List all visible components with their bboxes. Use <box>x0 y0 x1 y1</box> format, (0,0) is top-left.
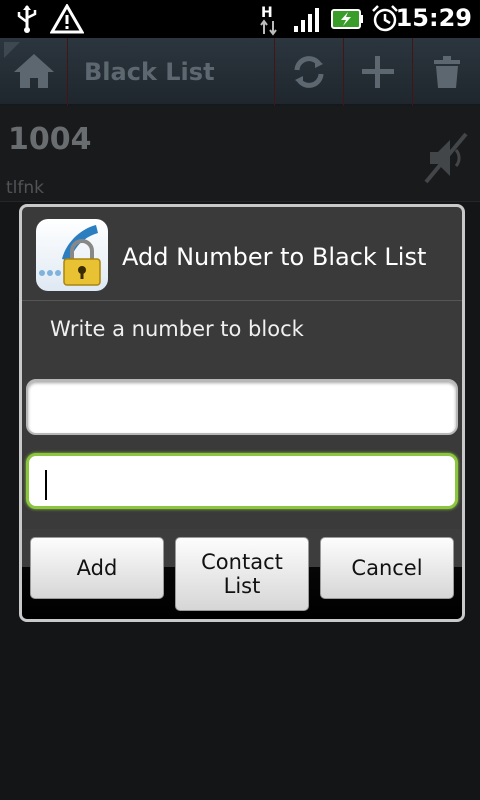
signal-icon <box>294 8 319 32</box>
add-button-dialog[interactable]: Add <box>30 537 164 599</box>
dialog-message: Write a number to block <box>50 317 304 341</box>
number-input[interactable] <box>26 379 458 435</box>
usb-icon <box>17 5 37 33</box>
cancel-button[interactable]: Cancel <box>320 537 454 599</box>
add-number-dialog: Add Number to Black List Write a number … <box>19 204 465 622</box>
contact-list-label-line1: Contact <box>201 550 283 574</box>
clock: 15:29 <box>395 4 472 32</box>
warning-icon <box>50 4 84 34</box>
add-button-label: Add <box>76 556 118 580</box>
contact-list-label: Contact List <box>176 538 308 610</box>
hspa-data-icon: H <box>260 5 277 36</box>
app-icon <box>36 219 108 291</box>
status-bar: H 15:29 <box>0 0 480 38</box>
dialog-title: Add Number to Black List <box>122 243 427 271</box>
dialog-button-bar: Add Contact List Cancel <box>22 529 462 619</box>
dialog-header: Add Number to Black List <box>22 207 462 301</box>
second-number-input[interactable] <box>26 453 458 509</box>
text-cursor <box>45 470 47 500</box>
contact-list-label-line2: List <box>223 574 261 598</box>
cancel-button-label: Cancel <box>351 556 423 580</box>
svg-text:H: H <box>261 5 273 21</box>
contact-list-button[interactable]: Contact List <box>175 537 309 611</box>
battery-charging-icon <box>331 9 363 29</box>
